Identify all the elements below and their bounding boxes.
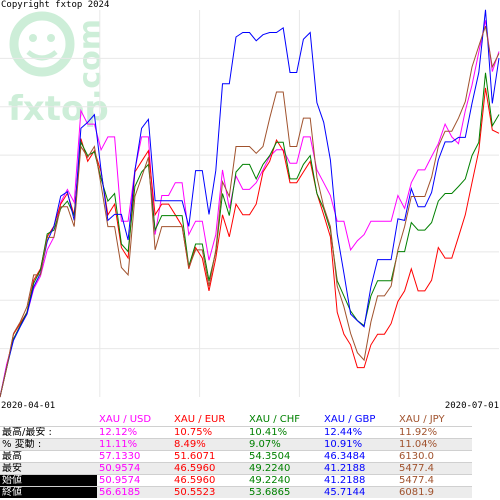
table-cell: 10.91% bbox=[322, 438, 397, 451]
table-row: 始値 50.9574 46.5960 49.2240 41.2188 5477.… bbox=[0, 474, 472, 487]
table-cell: 45.7144 bbox=[322, 486, 397, 498]
table-row: % 変動 : 11.11% 8.49% 9.07% 10.91% 11.04% bbox=[0, 438, 472, 451]
line-chart: fxtop .com bbox=[0, 9, 500, 398]
table-cell: 56.6185 bbox=[97, 486, 172, 498]
table-cell: 50.5523 bbox=[172, 486, 247, 498]
series-line-xau-eur bbox=[0, 87, 500, 398]
table-cell: 41.2188 bbox=[322, 474, 397, 487]
table-cell: 5477.4 bbox=[397, 474, 472, 487]
table-row: 終値 56.6185 50.5523 53.6865 45.7144 6081.… bbox=[0, 486, 472, 498]
table-cell: 49.2240 bbox=[247, 474, 322, 487]
column-header-xau-jpy: XAU / JPY bbox=[399, 414, 445, 425]
table-cell: 46.3484 bbox=[322, 450, 397, 463]
column-header-xau-chf: XAU / CHF bbox=[249, 414, 300, 425]
row-label: 最高/最安 : bbox=[0, 426, 97, 439]
table-cell: 11.04% bbox=[397, 438, 472, 451]
table-cell: 50.9574 bbox=[97, 474, 172, 487]
table-cell: 46.5960 bbox=[172, 474, 247, 487]
table-cell: 11.11% bbox=[97, 438, 172, 451]
table-corner-cell bbox=[0, 413, 97, 427]
table-cell: 12.44% bbox=[322, 426, 397, 439]
table-cell: 9.07% bbox=[247, 438, 322, 451]
column-header-xau-gbp: XAU / GBP bbox=[324, 414, 376, 425]
table-cell: 10.41% bbox=[247, 426, 322, 439]
table-cell: 54.3504 bbox=[247, 450, 322, 463]
table-cell: 6081.9 bbox=[397, 486, 472, 498]
statistics-table: XAU / USD XAU / EUR XAU / CHF XAU / GBP … bbox=[0, 413, 472, 498]
table-cell: 51.6071 bbox=[172, 450, 247, 463]
table-cell: 8.49% bbox=[172, 438, 247, 451]
table-header-row: XAU / USD XAU / EUR XAU / CHF XAU / GBP … bbox=[0, 413, 472, 427]
table-row: 最高/最安 : 12.12% 10.75% 10.41% 12.44% 11.9… bbox=[0, 426, 472, 439]
table-cell: 11.92% bbox=[397, 426, 472, 439]
table-cell: 57.1330 bbox=[97, 450, 172, 463]
table-cell: 46.5960 bbox=[172, 462, 247, 475]
table-cell: 50.9574 bbox=[97, 462, 172, 475]
table-cell: 41.2188 bbox=[322, 462, 397, 475]
column-header-xau-usd: XAU / USD bbox=[99, 414, 152, 425]
row-label: 最高 bbox=[0, 450, 97, 463]
table-cell: 6130.0 bbox=[397, 450, 472, 463]
table-cell: 5477.4 bbox=[397, 462, 472, 475]
x-axis-start-date: 2020-04-01 bbox=[1, 401, 56, 411]
row-label: % 変動 : bbox=[0, 438, 97, 451]
row-label: 終値 bbox=[0, 486, 97, 498]
column-header-xau-eur: XAU / EUR bbox=[174, 414, 226, 425]
row-label: 始値 bbox=[0, 474, 97, 487]
fxtop-logo-watermark: fxtop .com bbox=[8, 11, 109, 129]
table-cell: 49.2240 bbox=[247, 462, 322, 475]
table-row: 最安 50.9574 46.5960 49.2240 41.2188 5477.… bbox=[0, 462, 472, 475]
watermark-text-com: .com bbox=[73, 19, 108, 100]
row-label: 最安 bbox=[0, 462, 97, 475]
table-cell: 10.75% bbox=[172, 426, 247, 439]
table-cell: 12.12% bbox=[97, 426, 172, 439]
table-row: 最高 57.1330 51.6071 54.3504 46.3484 6130.… bbox=[0, 450, 472, 463]
table-cell: 53.6865 bbox=[247, 486, 322, 498]
x-axis-end-date: 2020-07-01 bbox=[444, 401, 499, 411]
